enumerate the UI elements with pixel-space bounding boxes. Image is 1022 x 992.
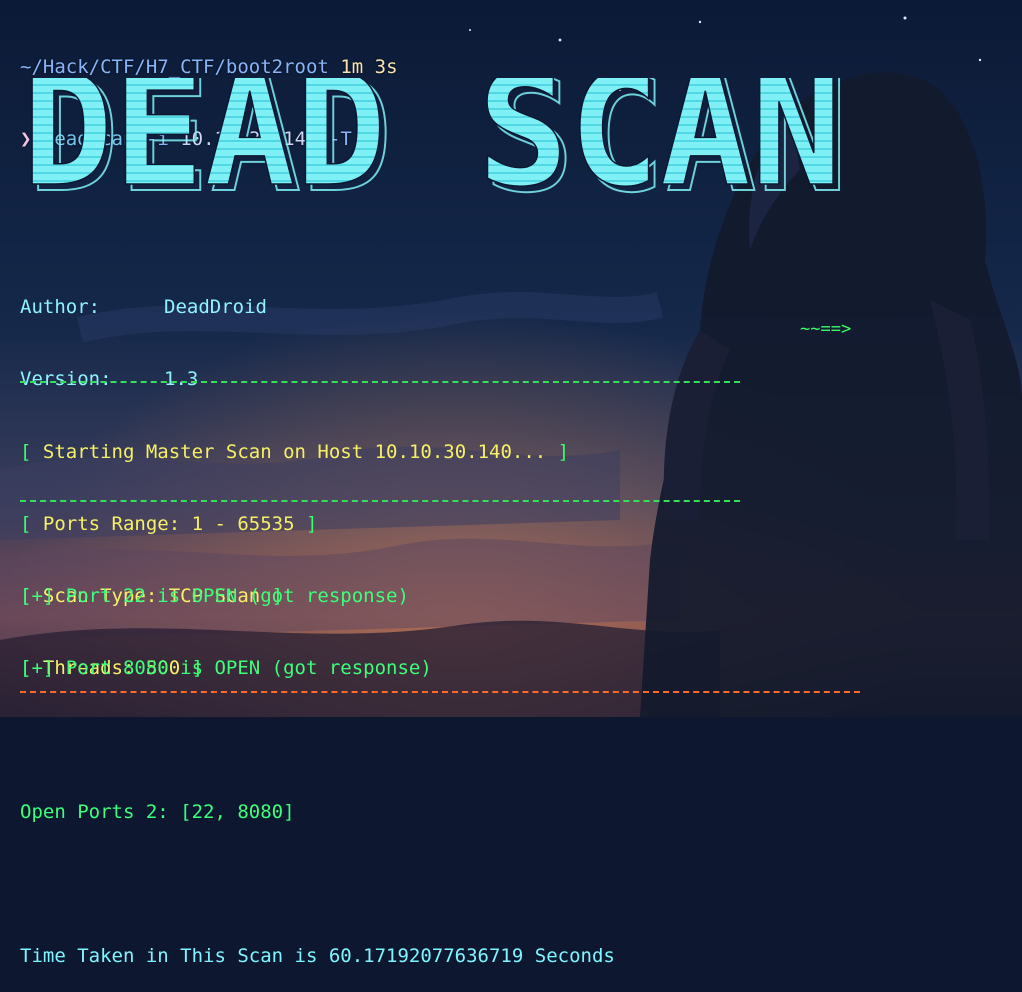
open-port-text: Port 8080 is OPEN (got response): [54, 657, 432, 679]
open-port-text: Port 22 is OPEN (got response): [54, 585, 409, 607]
version-label: Version:: [20, 368, 112, 390]
prompt-path: ~/Hack/CTF/H7_CTF/boot2root: [20, 56, 329, 78]
version-row: Version: 1.3: [20, 367, 267, 391]
scan-results-block: [+] Port 22 is OPEN (got response) [+] P…: [20, 536, 615, 992]
scan-start-line: [ Starting Master Scan on Host 10.10.30.…: [20, 441, 570, 463]
banner-main-text: DEAD SCAN: [22, 78, 842, 218]
dead-scan-banner: DEAD SCAN DEAD SCAN: [21, 78, 849, 218]
author-label: Author:: [20, 296, 101, 318]
version-value: 1.3: [164, 368, 199, 390]
open-port-line: [+] Port 8080 is OPEN (got response): [20, 656, 615, 680]
arrow-decoration: ~~==>: [800, 319, 852, 339]
open-port-line: [+] Port 22 is OPEN (got response): [20, 584, 615, 608]
command-duration: 1m 3s: [340, 56, 398, 78]
success-marker: [+]: [20, 585, 55, 607]
author-row: Author: DeadDroid: [20, 295, 267, 319]
ports-range-line: [ Ports Range: 1 - 65535 ]: [20, 513, 318, 535]
time-taken: Time Taken in This Scan is 60.1719207763…: [20, 945, 615, 967]
scan-start-text: Starting Master Scan on Host 10.10.30.14…: [31, 441, 558, 463]
success-marker: [+]: [20, 657, 55, 679]
open-ports-summary: Open Ports 2: [22, 8080]: [20, 801, 295, 823]
ports-range-text: Ports Range: 1 - 65535: [31, 513, 306, 535]
divider-bottom: [20, 691, 860, 693]
divider-top: [20, 381, 740, 383]
prompt-line: ~/Hack/CTF/H7_CTF/boot2root 1m 3s: [20, 55, 398, 79]
tool-metadata: Author: DeadDroid Version: 1.3: [20, 247, 267, 415]
divider-middle: [20, 500, 740, 502]
author-value: DeadDroid: [164, 296, 267, 318]
